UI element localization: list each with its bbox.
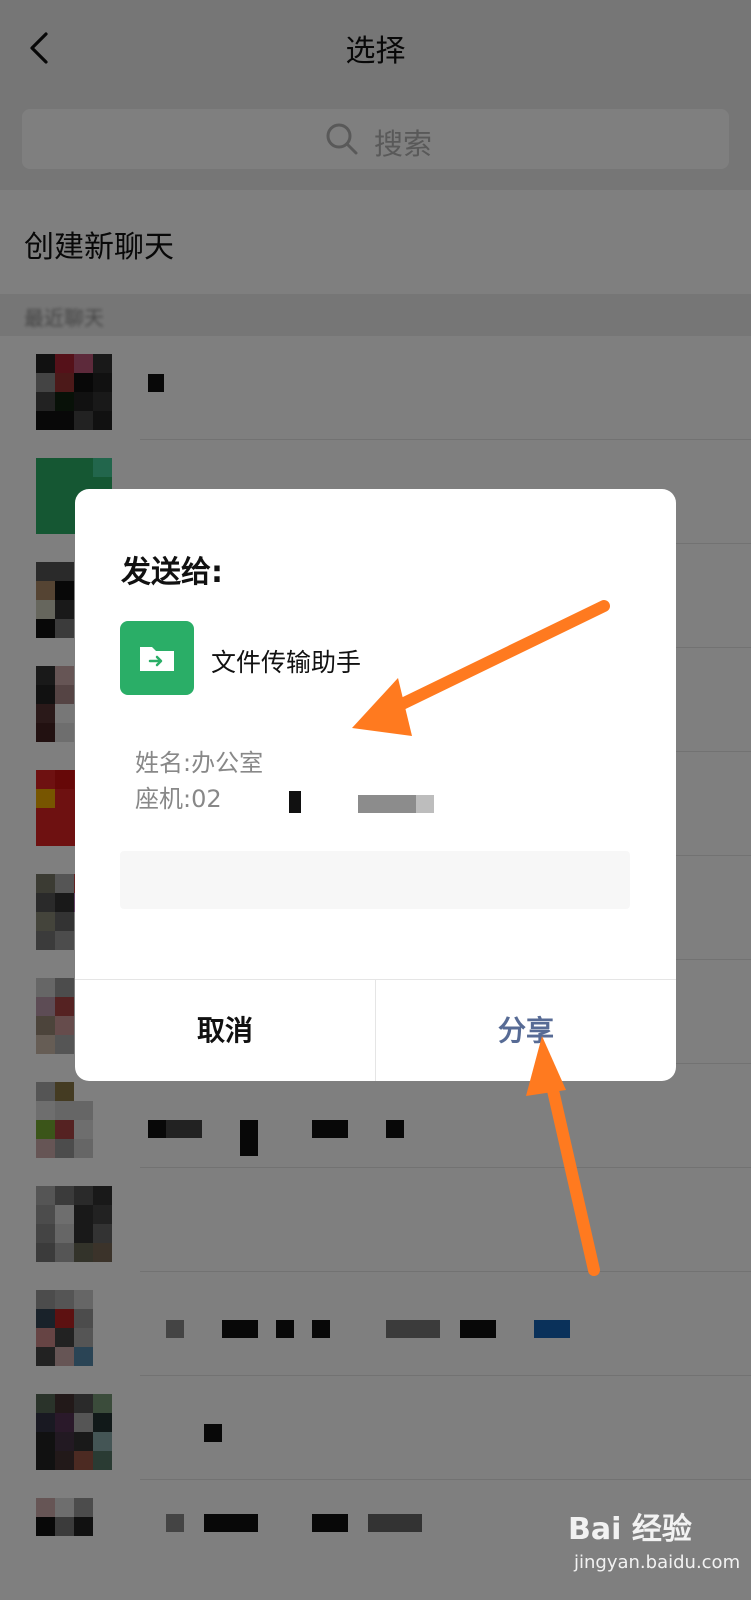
annotation-arrows — [352, 600, 610, 1276]
watermark: Bai 经验 jingyan.baidu.com — [568, 1500, 741, 1586]
screen: 选择 搜索 创建新聊天 最近聊天 — [0, 0, 751, 1600]
watermark-domain: jingyan.baidu.com — [574, 1552, 741, 1573]
arrow-icon — [352, 600, 610, 736]
arrow-icon — [526, 1036, 600, 1276]
watermark-brand: Bai 经验 — [568, 1512, 692, 1547]
